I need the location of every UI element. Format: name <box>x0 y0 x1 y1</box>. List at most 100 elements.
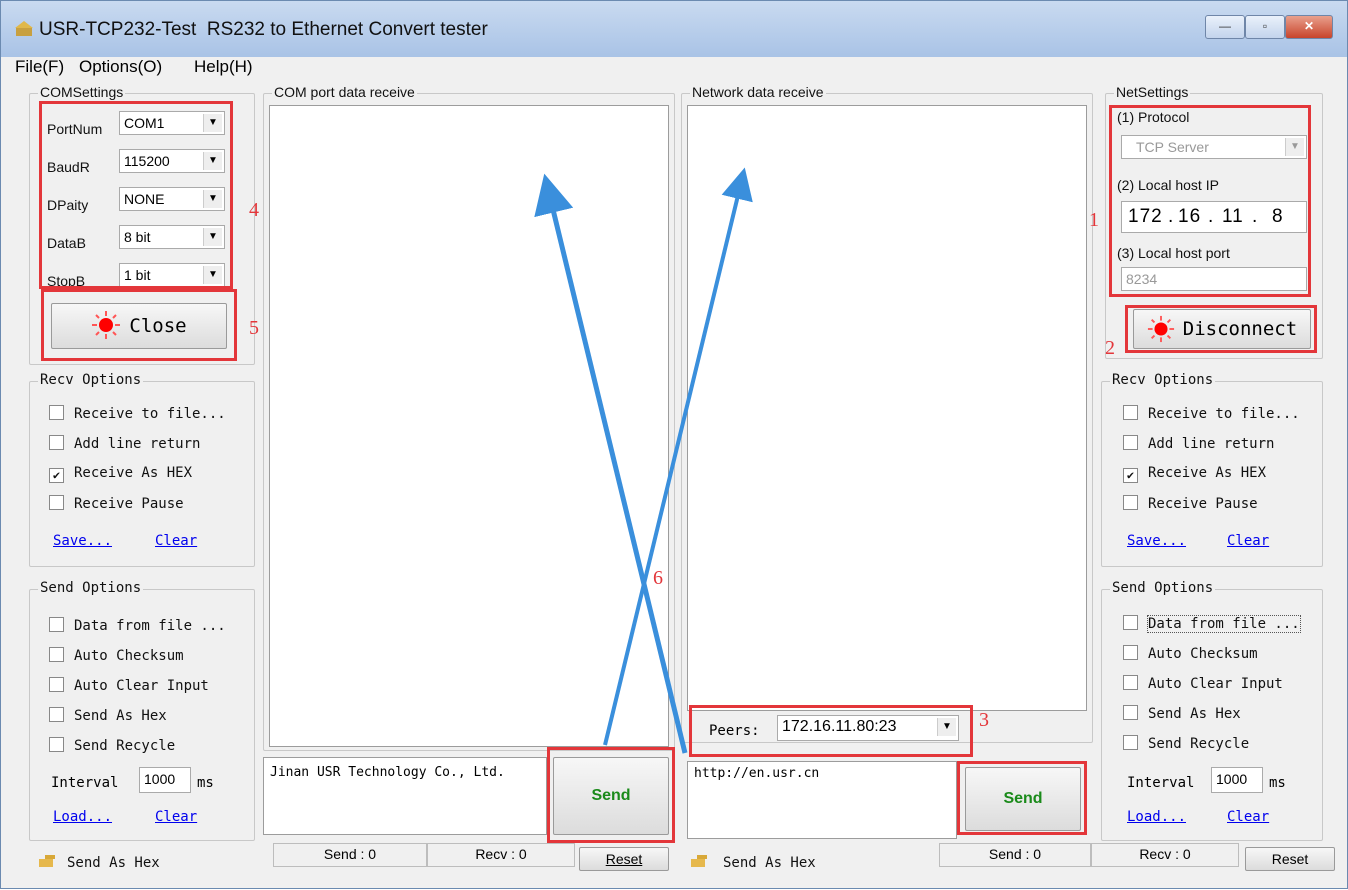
stopbits-select[interactable]: 1 bit ▼ <box>119 263 225 287</box>
local-ip-input[interactable]: 172 . 16 . 11 . 8 <box>1121 201 1307 233</box>
databits-select[interactable]: 8 bit ▼ <box>119 225 225 249</box>
stopbits-label: StopB <box>47 273 86 289</box>
checkmark-icon: ✔ <box>1123 468 1138 483</box>
local-port-input[interactable]: 8234 <box>1121 267 1307 291</box>
left-recv-clear-link[interactable]: Clear <box>155 533 197 549</box>
checkbox-label: Add line return <box>74 436 201 452</box>
left-send-recycle-checkbox[interactable]: Send Recycle <box>49 737 175 754</box>
protocol-select[interactable]: TCP Server ▼ <box>1121 135 1307 159</box>
annotation-number-1: 1 <box>1089 209 1099 231</box>
baudrate-select[interactable]: 115200 ▼ <box>119 149 225 173</box>
chevron-down-icon: ▼ <box>203 190 222 208</box>
checkbox-label: Receive to file... <box>74 406 226 422</box>
right-interval-input[interactable]: 1000 <box>1211 767 1263 793</box>
right-recv-to-file-checkbox[interactable]: Receive to file... <box>1123 405 1300 422</box>
ip-octet-1: 172 <box>1128 206 1163 227</box>
checkbox-label: Add line return <box>1148 436 1275 452</box>
hand-pointer-icon <box>691 855 707 867</box>
parity-label: DPaity <box>47 197 89 213</box>
right-auto-clear-input-checkbox[interactable]: Auto Clear Input <box>1123 675 1283 692</box>
ip-dot-1: . <box>1168 206 1175 227</box>
checkbox-label: Auto Checksum <box>74 648 184 664</box>
right-send-count: Send : 0 <box>939 843 1091 867</box>
left-interval-label: Interval <box>51 775 119 791</box>
left-send-as-hex-checkbox[interactable]: Send As Hex <box>49 707 167 724</box>
right-recv-count: Recv : 0 <box>1091 843 1239 867</box>
baudrate-value: 115200 <box>124 153 170 169</box>
right-send-recycle-checkbox[interactable]: Send Recycle <box>1123 735 1249 752</box>
right-recv-clear-link[interactable]: Clear <box>1227 533 1269 549</box>
parity-select[interactable]: NONE ▼ <box>119 187 225 211</box>
left-interval-unit: ms <box>197 775 214 791</box>
net-send-button[interactable]: Send <box>965 767 1081 831</box>
parity-value: NONE <box>124 191 165 207</box>
ip-octet-2: 16 <box>1178 206 1202 227</box>
close-window-button[interactable]: ✕ <box>1285 15 1333 39</box>
stopbits-value: 1 bit <box>124 267 151 283</box>
left-auto-checksum-checkbox[interactable]: Auto Checksum <box>49 647 184 664</box>
right-auto-checksum-checkbox[interactable]: Auto Checksum <box>1123 645 1258 662</box>
left-load-link[interactable]: Load... <box>53 809 112 825</box>
checkbox-label: Receive As HEX <box>1148 465 1267 481</box>
peers-label: Peers: <box>709 723 760 739</box>
com-send-button[interactable]: Send <box>553 757 669 835</box>
maximize-button[interactable]: ▫ <box>1245 15 1285 39</box>
minimize-button[interactable]: — <box>1205 15 1245 39</box>
right-data-from-file-checkbox[interactable]: Data from file ... <box>1123 615 1301 633</box>
right-recv-as-hex-checkbox[interactable]: ✔ Receive As HEX <box>1123 465 1266 483</box>
right-send-clear-link[interactable]: Clear <box>1227 809 1269 825</box>
checkbox-label: Data from file ... <box>1147 615 1301 633</box>
protocol-label: (1) Protocol <box>1117 109 1190 125</box>
com-send-textarea[interactable]: Jinan USR Technology Co., Ltd. <box>263 757 547 835</box>
right-send-as-hex-checkbox[interactable]: Send As Hex <box>1123 705 1241 722</box>
portnum-label: PortNum <box>47 121 103 137</box>
status-bar: Send As Hex Send : 0 Recv : 0 Reset Send… <box>1 843 1347 879</box>
left-recv-as-hex-checkbox[interactable]: ✔ Receive As HEX <box>49 465 192 483</box>
left-auto-clear-input-checkbox[interactable]: Auto Clear Input <box>49 677 209 694</box>
window-title: USR-TCP232-Test RS232 to Ethernet Conver… <box>39 19 488 40</box>
menu-bar: File(F) Options(O) Help(H) <box>1 57 1347 77</box>
portnum-value: COM1 <box>124 115 165 131</box>
left-recv-to-file-checkbox[interactable]: Receive to file... <box>49 405 226 422</box>
checkbox-label: Receive to file... <box>1148 406 1300 422</box>
checkbox-label: Send Recycle <box>74 738 176 754</box>
left-recv-pause-checkbox[interactable]: Receive Pause <box>49 495 184 512</box>
right-save-link[interactable]: Save... <box>1127 533 1186 549</box>
peers-value: 172.16.11.80:23 <box>782 718 897 735</box>
left-interval-input[interactable]: 1000 <box>139 767 191 793</box>
databits-label: DataB <box>47 235 86 251</box>
menu-options[interactable]: Options(O) <box>79 57 162 77</box>
menu-help[interactable]: Help(H) <box>194 57 253 77</box>
checkbox-label: Receive Pause <box>74 496 184 512</box>
disconnect-button[interactable]: Disconnect <box>1133 309 1311 349</box>
peers-select[interactable]: 172.16.11.80:23 ▼ <box>777 715 959 741</box>
chevron-down-icon: ▼ <box>203 266 222 284</box>
chevron-down-icon: ▼ <box>203 152 222 170</box>
chevron-down-icon: ▼ <box>937 718 956 736</box>
com-close-label: Close <box>129 315 187 337</box>
net-receive-title: Network data receive <box>690 84 826 100</box>
left-send-clear-link[interactable]: Clear <box>155 809 197 825</box>
menu-file[interactable]: File(F) <box>15 57 64 77</box>
right-add-line-return-checkbox[interactable]: Add line return <box>1123 435 1274 452</box>
title-bar: USR-TCP232-Test RS232 to Ethernet Conver… <box>1 1 1347 57</box>
com-close-button[interactable]: Close <box>51 303 227 349</box>
left-data-from-file-checkbox[interactable]: Data from file ... <box>49 617 226 634</box>
right-load-link[interactable]: Load... <box>1127 809 1186 825</box>
left-reset-button[interactable]: Reset <box>579 847 669 871</box>
net-send-textarea[interactable]: http://en.usr.cn <box>687 761 957 839</box>
databits-value: 8 bit <box>124 229 151 245</box>
left-add-line-return-checkbox[interactable]: Add line return <box>49 435 200 452</box>
checkbox-label: Auto Clear Input <box>1148 676 1283 692</box>
right-status-hint: Send As Hex <box>723 855 816 871</box>
com-receive-textarea[interactable] <box>269 105 669 747</box>
portnum-select[interactable]: COM1 ▼ <box>119 111 225 135</box>
net-receive-textarea[interactable] <box>687 105 1087 711</box>
right-reset-button[interactable]: Reset <box>1245 847 1335 871</box>
checkbox-label: Send Recycle <box>1148 736 1250 752</box>
checkbox-label: Data from file ... <box>74 618 226 634</box>
app-icon <box>15 21 33 36</box>
left-save-link[interactable]: Save... <box>53 533 112 549</box>
right-recv-pause-checkbox[interactable]: Receive Pause <box>1123 495 1258 512</box>
disconnect-label: Disconnect <box>1182 318 1298 340</box>
